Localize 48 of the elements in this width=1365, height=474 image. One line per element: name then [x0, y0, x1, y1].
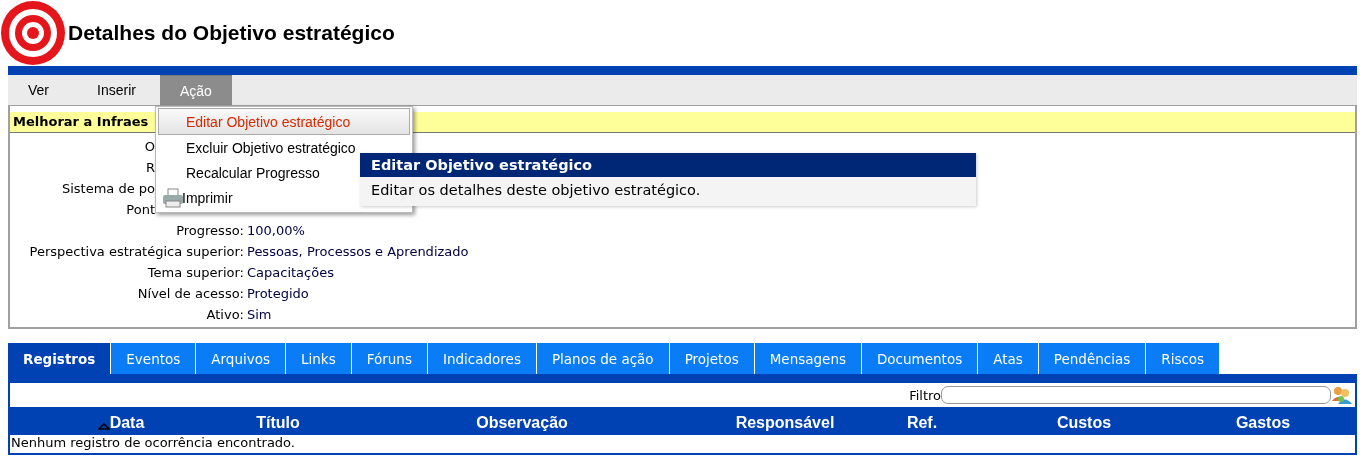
tab[interactable]: Riscos — [1146, 343, 1221, 374]
tab[interactable]: Planos de ação — [536, 343, 670, 374]
tab[interactable]: Mensagens — [754, 343, 862, 374]
field-value: Protegido — [247, 286, 309, 301]
field-label: R — [144, 160, 155, 175]
column-header[interactable]: Data — [10, 413, 232, 432]
tab[interactable]: Projetos — [669, 343, 755, 374]
field-label: Pont — [125, 202, 155, 217]
field-value: Sim — [247, 307, 272, 322]
field-value: Capacitações — [247, 265, 334, 280]
tab[interactable]: Links — [286, 343, 352, 374]
tab[interactable]: Indicadores — [427, 343, 537, 374]
printer-icon — [162, 187, 184, 208]
field-value: Pessoas, Processos e Aprendizado — [247, 244, 469, 259]
tooltip-title: Editar Objetivo estratégico — [360, 153, 976, 177]
tab[interactable]: Eventos — [111, 343, 197, 374]
users-icon[interactable] — [1331, 385, 1353, 405]
field-label: O — [143, 139, 155, 154]
column-header[interactable]: Observação — [324, 413, 720, 432]
sort-ascending-icon — [97, 422, 110, 430]
menu-item[interactable]: Inserir — [73, 75, 160, 105]
tab[interactable]: Atas — [978, 343, 1039, 374]
tab[interactable]: Registros — [8, 343, 112, 374]
column-header[interactable]: Gastos — [1174, 413, 1352, 432]
column-header[interactable]: Custos — [994, 413, 1174, 432]
field-label: Tema superior: — [147, 265, 244, 280]
field-label: Progresso: — [176, 223, 244, 238]
column-header[interactable]: Título — [232, 413, 324, 432]
tab[interactable]: Pendências — [1038, 343, 1147, 374]
tab[interactable]: Documentos — [861, 343, 979, 374]
field-label: Ativo: — [206, 307, 244, 322]
page-title: Detalhes do Objetivo estratégico — [68, 21, 395, 45]
filter-label: Filtro — [909, 387, 941, 403]
target-icon — [0, 0, 66, 66]
field-label: Perspectiva estratégica superior: — [29, 244, 244, 259]
filter-field[interactable] — [941, 386, 1331, 404]
empty-message: Nenhum registro de ocorrência encontrado. — [10, 435, 1355, 453]
field-value: 100,00% — [247, 223, 305, 238]
menu-item[interactable]: Ação — [159, 75, 232, 105]
column-header[interactable]: Responsável — [720, 413, 850, 432]
field-label: Nível de acesso: — [137, 286, 244, 301]
tooltip-text: Editar os detalhes deste objetivo estratégico. — [370, 181, 702, 200]
tab[interactable]: Fóruns — [351, 343, 428, 374]
field-label: Sistema de po — [60, 181, 155, 196]
menu-item[interactable]: Ver — [16, 75, 73, 105]
dropdown-item[interactable]: Editar Objetivo estratégico — [158, 108, 410, 135]
tab[interactable]: Arquivos — [196, 343, 286, 374]
column-header[interactable]: Ref. — [850, 413, 994, 432]
